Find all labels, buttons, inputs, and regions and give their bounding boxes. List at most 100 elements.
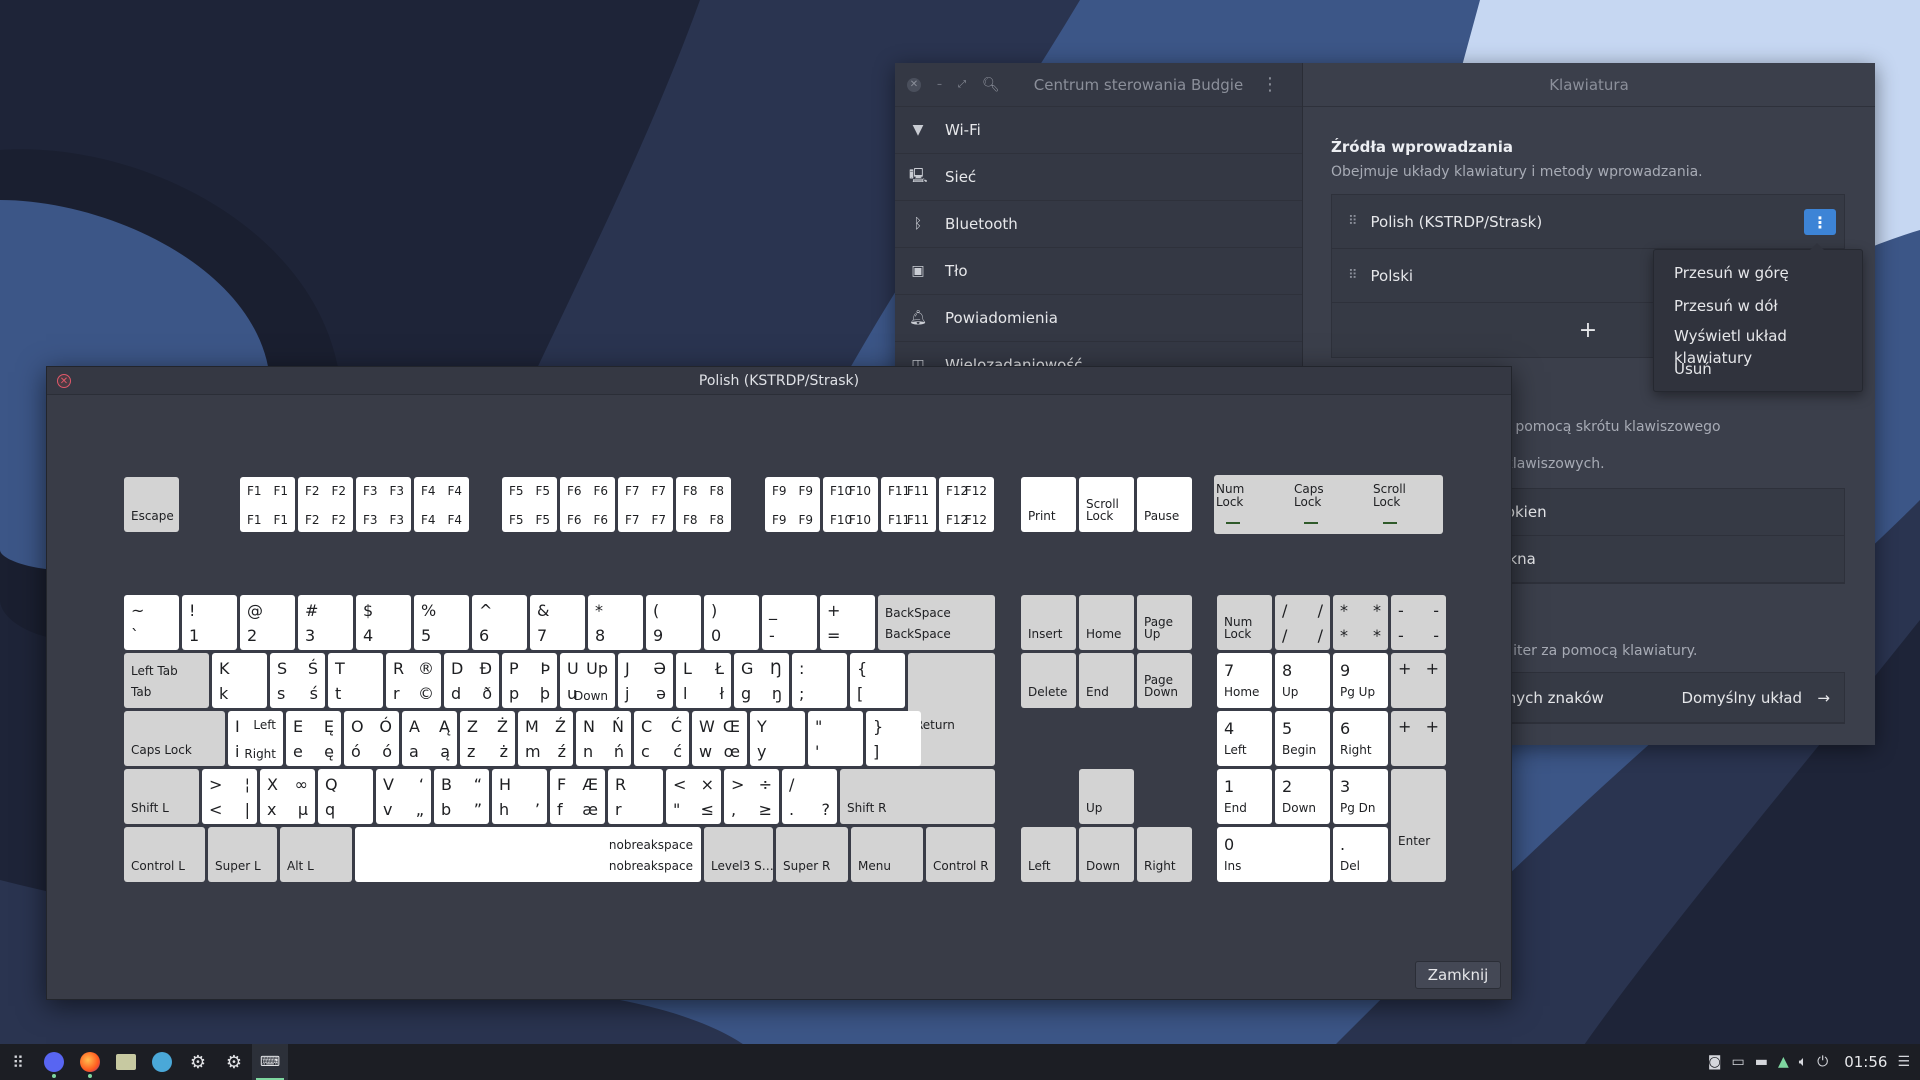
key-row4[interactable]: FfÆæ [550, 769, 605, 824]
key-row3[interactable]: " ' [808, 711, 863, 766]
key-kp-divide[interactable]: / / / / [1275, 595, 1330, 650]
files-icon[interactable] [108, 1044, 144, 1080]
key-control-left[interactable]: Control L [124, 827, 205, 882]
key-arrow-up[interactable]: Up [1079, 769, 1134, 824]
close-button[interactable]: Zamknij [1415, 961, 1501, 989]
network-tray-icon[interactable]: ▲ [1778, 1054, 1789, 1070]
key-row2[interactable]: DdĐð [444, 653, 499, 708]
firefox-icon[interactable] [72, 1044, 108, 1080]
key-row3[interactable]: OóÓó [344, 711, 399, 766]
key-kp-8[interactable]: 8 Up [1275, 653, 1330, 708]
key-arrow-down[interactable]: Down [1079, 827, 1134, 882]
app-grid-icon[interactable]: ⠿ [0, 1044, 36, 1080]
key-kp-9[interactable]: 9 Pg Up [1333, 653, 1388, 708]
menu-item-move-down[interactable]: Przesuń w dół [1654, 295, 1862, 325]
key-row4[interactable]: Bb “ ” [434, 769, 489, 824]
key-row3[interactable]: Ii Left Right [228, 711, 283, 766]
key-row3[interactable]: MmŹź [518, 711, 573, 766]
key-row3[interactable]: }] [866, 711, 921, 766]
key-row2[interactable]: :; [792, 653, 847, 708]
key-row1[interactable]: $4 [356, 595, 411, 650]
key-row3[interactable]: Zz Żż [460, 711, 515, 766]
key-arrow-left[interactable]: Left [1021, 827, 1076, 882]
key-row3[interactable]: NnŃń [576, 711, 631, 766]
menu-item-show-layout[interactable]: Wyświetl układ klawiatury [1654, 325, 1862, 367]
key-row1[interactable]: & 7 [530, 595, 585, 650]
key-row2[interactable]: {[ [850, 653, 905, 708]
key-row1[interactable]: ! 1 [182, 595, 237, 650]
key-space[interactable]: nobreakspace nobreakspace [355, 827, 701, 882]
key-f8[interactable]: F8 F8 F8 F8 [676, 477, 731, 532]
key-row2[interactable]: Tt [328, 653, 383, 708]
browser-icon[interactable] [144, 1044, 180, 1080]
key-row2[interactable]: Rr ® © [386, 653, 441, 708]
key-row4[interactable]: /.? [782, 769, 837, 824]
key-row2[interactable]: Ss Śś [270, 653, 325, 708]
key-control-right[interactable]: Control R [926, 827, 995, 882]
key-row4[interactable]: >, ÷ ≥ [724, 769, 779, 824]
input-source-menu-button[interactable]: ⋮ [1804, 209, 1836, 235]
key-caps-lock[interactable]: Caps Lock [124, 711, 225, 766]
drag-handle-icon[interactable]: ⠿ [1348, 268, 1357, 283]
key-row4[interactable]: Rr [608, 769, 663, 824]
key-row4[interactable]: Vv ‘ „ [376, 769, 431, 824]
key-row2[interactable]: Jj Əə [618, 653, 673, 708]
key-kp-add-2[interactable]: + + [1391, 711, 1446, 766]
power-icon[interactable]: ⏻ [1817, 1054, 1828, 1070]
key-row1[interactable]: ~ ` [124, 595, 179, 650]
key-kp-decimal[interactable]: . Del [1333, 827, 1388, 882]
key-row4[interactable]: Qq [318, 769, 373, 824]
key-f5[interactable]: F5 F5 F5 F5 [502, 477, 557, 532]
key-insert[interactable]: Insert [1021, 595, 1076, 650]
key-row4[interactable]: > < ¦ | [202, 769, 257, 824]
main-menu-button[interactable]: ⋮ [1258, 74, 1282, 95]
key-kp-0[interactable]: 0 Ins [1217, 827, 1330, 882]
sidebar-item-bluetooth[interactable]: ᛒ Bluetooth [895, 201, 1302, 248]
key-f12[interactable]: F12 F12 F12 F12 [939, 477, 994, 532]
key-return[interactable]: Return [908, 653, 995, 766]
lock-indicators[interactable]: Num Lock Caps Lock Scroll Lock [1214, 475, 1443, 534]
keyboard-icon[interactable]: ⌨ [252, 1044, 288, 1080]
key-print[interactable]: Print [1021, 477, 1076, 532]
clock[interactable]: 01:56 [1844, 1053, 1887, 1071]
key-num-lock[interactable]: Num Lock [1217, 595, 1272, 650]
settings-icon-2[interactable]: ⚙ [216, 1044, 252, 1080]
key-delete[interactable]: Delete [1021, 653, 1076, 708]
key-super-right[interactable]: Super R [776, 827, 848, 882]
key-f10[interactable]: F10 F10 F10 F10 [823, 477, 878, 532]
key-row2[interactable]: Uu Up Down [560, 653, 615, 708]
settings-icon[interactable]: ⚙ [180, 1044, 216, 1080]
key-row4[interactable]: Xx ∞ µ [260, 769, 315, 824]
key-tab[interactable]: Left Tab Tab [124, 653, 209, 708]
drag-handle-icon[interactable]: ⠿ [1348, 214, 1357, 229]
minimize-window-button[interactable]: – [937, 78, 942, 92]
menu-item-move-up[interactable]: Przesuń w górę [1654, 262, 1862, 295]
key-arrow-right[interactable]: Right [1137, 827, 1192, 882]
sidebar-item-notifications[interactable]: 🔔︎ Powiadomienia [895, 295, 1302, 342]
sidebar-item-network[interactable]: 🖳 Sieć [895, 154, 1302, 201]
key-pause[interactable]: Pause [1137, 477, 1192, 532]
close-window-button[interactable]: ✕ [907, 77, 921, 92]
key-row3[interactable]: Yy [750, 711, 805, 766]
key-row1[interactable]: + = [820, 595, 875, 650]
key-row1[interactable]: #3 [298, 595, 353, 650]
key-scroll-lock[interactable]: Scroll Lock [1079, 477, 1134, 532]
key-row1[interactable]: * 8 [588, 595, 643, 650]
input-source-row[interactable]: ⠿ Polish (KSTRDP/Strask) ⋮ [1332, 195, 1844, 249]
key-f9[interactable]: F9 F9 F9 F9 [765, 477, 820, 532]
key-row1[interactable]: ^ 6 [472, 595, 527, 650]
key-f7[interactable]: F7 F7 F7 F7 [618, 477, 673, 532]
key-kp-1[interactable]: 1 End [1217, 769, 1272, 824]
key-level3-shift[interactable]: Level3 S… [704, 827, 774, 882]
drive-icon[interactable]: ▬ [1755, 1054, 1768, 1070]
maximize-window-button[interactable]: ⤢ [958, 78, 966, 92]
screen-icon[interactable]: ▭ [1731, 1054, 1744, 1070]
discord-icon[interactable] [36, 1044, 72, 1080]
key-row2[interactable]: Pp Þþ [502, 653, 557, 708]
key-row1[interactable]: _ - [762, 595, 817, 650]
search-icon[interactable]: 🔍︎ [982, 77, 1000, 93]
key-shift-left[interactable]: Shift L [124, 769, 199, 824]
key-row3[interactable]: Cc Ćć [634, 711, 689, 766]
key-f6[interactable]: F6 F6 F6 F6 [560, 477, 615, 532]
key-kp-3[interactable]: 3 Pg Dn [1333, 769, 1388, 824]
